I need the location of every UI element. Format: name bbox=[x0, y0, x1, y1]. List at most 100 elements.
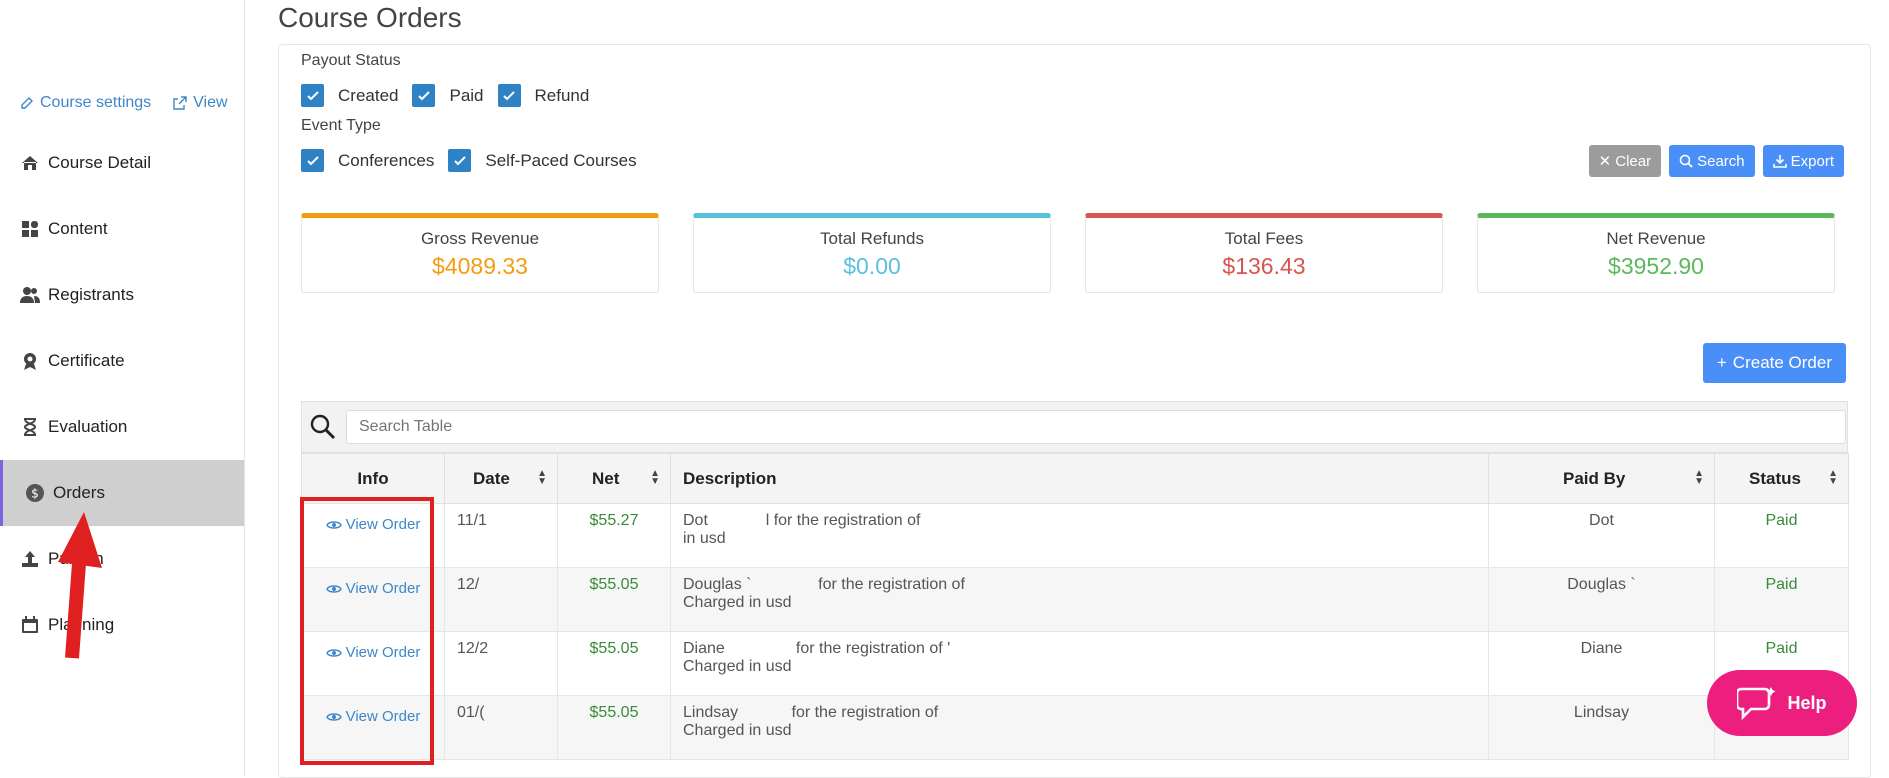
check-icon bbox=[448, 149, 472, 172]
sidebar-item-label: Registrants bbox=[48, 285, 134, 304]
net-cell: $55.27 bbox=[557, 503, 671, 568]
users-icon bbox=[20, 287, 40, 303]
stat-card-net-revenue: Net Revenue $3952.90 bbox=[1477, 213, 1835, 293]
sidebar-item-certificate[interactable]: Certificate bbox=[0, 328, 244, 394]
stat-value: $3952.90 bbox=[1608, 253, 1704, 279]
stat-value: $4089.33 bbox=[432, 253, 528, 279]
table-search-row bbox=[301, 401, 1848, 453]
create-order-button[interactable]: + Create Order bbox=[1702, 343, 1846, 383]
description-line: Douglas ` for the registration of bbox=[683, 576, 965, 593]
checkbox-label: Conferences bbox=[338, 150, 435, 170]
close-icon: ✕ bbox=[1598, 153, 1612, 170]
sidebar-item-label: Course Detail bbox=[48, 153, 151, 172]
sidebar-top-links: Course settings View bbox=[20, 94, 228, 112]
table-row: View Order 01/( $55.05 Lindsay for the r… bbox=[301, 695, 1849, 760]
date-cell: 12/2 bbox=[444, 631, 558, 696]
course-settings-link[interactable]: Course settings bbox=[20, 94, 151, 112]
checkbox-conferences[interactable]: Conferences bbox=[301, 149, 434, 172]
help-label: Help bbox=[1787, 692, 1827, 713]
date-cell: 11/1 bbox=[444, 503, 558, 568]
column-header-paid-by[interactable]: Paid By ▲ ▼ bbox=[1488, 453, 1715, 504]
view-order-link[interactable]: View Order bbox=[325, 580, 420, 597]
header-label: Paid By bbox=[1563, 468, 1626, 488]
sidebar-item-registrants[interactable]: Registrants bbox=[0, 262, 244, 328]
checkbox-paid[interactable]: Paid bbox=[412, 84, 484, 107]
table-header-row: Info Date ▲ ▼ Net ▲ ▼ Description Paid By ▲ ▼ … bbox=[301, 453, 1849, 504]
description-line: Dot l for the registration of bbox=[683, 512, 921, 529]
sidebar-item-label: Orders bbox=[53, 483, 105, 502]
sidebar-item-course-detail[interactable]: Course Detail bbox=[0, 130, 244, 196]
export-label: Export bbox=[1790, 152, 1834, 170]
paid-by-cell: Dot bbox=[1488, 503, 1715, 568]
description-line: Diane for the registration of ' bbox=[683, 640, 951, 657]
course-settings-label: Course settings bbox=[40, 94, 152, 111]
view-order-label: View Order bbox=[345, 644, 421, 661]
main-content: Course Orders Payout Status Created Paid… bbox=[244, 0, 1889, 778]
checkbox-refund[interactable]: Refund bbox=[497, 84, 589, 107]
check-icon bbox=[412, 84, 436, 107]
sort-icon: ▲ ▼ bbox=[1828, 468, 1838, 487]
help-button[interactable]: Help bbox=[1707, 670, 1857, 736]
view-link[interactable]: View bbox=[173, 94, 228, 112]
sidebar-item-evaluation[interactable]: Evaluation bbox=[0, 394, 244, 460]
header-label: Net bbox=[592, 468, 620, 488]
paid-by-cell: Diane bbox=[1488, 631, 1715, 696]
search-label: Search bbox=[1697, 152, 1745, 170]
view-order-label: View Order bbox=[345, 516, 421, 533]
column-header-description: Description bbox=[670, 453, 1489, 504]
stat-title: Total Refunds bbox=[820, 229, 924, 248]
payout-status-label: Payout Status bbox=[301, 52, 401, 69]
eye-icon bbox=[325, 520, 342, 529]
sort-icon: ▲ ▼ bbox=[1694, 468, 1704, 487]
export-button[interactable]: Export bbox=[1762, 145, 1844, 177]
grid-icon bbox=[22, 221, 38, 237]
stat-title: Gross Revenue bbox=[420, 229, 540, 248]
column-header-net[interactable]: Net ▲ ▼ bbox=[557, 453, 671, 504]
check-icon bbox=[301, 149, 324, 172]
table-search-input[interactable] bbox=[346, 410, 1846, 444]
description-line: Charged in usd bbox=[683, 594, 792, 611]
stat-card-total-refunds: Total Refunds $0.00 bbox=[693, 213, 1051, 293]
column-header-date[interactable]: Date ▲ ▼ bbox=[444, 453, 558, 504]
date-cell: 01/( bbox=[444, 695, 558, 760]
checkbox-label: Paid bbox=[449, 85, 484, 105]
view-order-link[interactable]: View Order bbox=[325, 708, 420, 725]
download-icon bbox=[1772, 155, 1787, 168]
checkbox-self-paced[interactable]: Self-Paced Courses bbox=[448, 149, 637, 172]
sidebar-item-label: Certificate bbox=[48, 351, 125, 370]
net-cell: $55.05 bbox=[557, 631, 671, 696]
date-cell: 12/ bbox=[444, 567, 558, 632]
net-cell: $55.05 bbox=[557, 695, 671, 760]
orders-grid: Info Date ▲ ▼ Net ▲ ▼ Description Paid By ▲ ▼ … bbox=[301, 453, 1849, 760]
search-button[interactable]: Search bbox=[1669, 145, 1755, 177]
table-row: View Order 12/2 $55.05 Diane for the reg… bbox=[301, 631, 1849, 696]
orders-table: Info Date▲▼ Net▲▼ Description Paid By▲▼ … bbox=[301, 401, 1849, 760]
view-order-link[interactable]: View Order bbox=[325, 644, 421, 661]
clear-button[interactable]: ✕ Clear bbox=[1588, 145, 1662, 177]
net-cell: $55.05 bbox=[557, 567, 671, 632]
column-header-status[interactable]: Status ▲ ▼ bbox=[1714, 453, 1849, 504]
view-order-link[interactable]: View Order bbox=[325, 516, 421, 533]
description-line: Charged in usd bbox=[683, 722, 792, 739]
sidebar-item-publish[interactable]: Publish bbox=[0, 526, 244, 592]
status-cell: Paid bbox=[1714, 503, 1849, 568]
filter-actions: ✕ Clear Search Export bbox=[1588, 145, 1844, 177]
search-icon bbox=[1679, 154, 1693, 168]
eye-icon bbox=[325, 712, 342, 721]
checkbox-created[interactable]: Created bbox=[301, 84, 398, 107]
payout-status-checks: Created Paid Refund bbox=[301, 84, 589, 107]
column-header-info: Info bbox=[301, 453, 445, 504]
create-order-label: Create Order bbox=[1732, 353, 1832, 372]
header-label: Status bbox=[1749, 468, 1801, 488]
checkbox-label: Created bbox=[338, 85, 399, 105]
sidebar-item-orders[interactable]: $ Orders bbox=[0, 460, 244, 526]
sidebar: Course settings View Course Detail Conte… bbox=[0, 0, 245, 776]
event-type-checks: Conferences Self-Paced Courses bbox=[301, 149, 637, 172]
description-line: Charged in usd bbox=[683, 658, 792, 675]
header-label: Date bbox=[473, 468, 510, 488]
sidebar-item-content[interactable]: Content bbox=[0, 196, 244, 262]
sidebar-item-label: Evaluation bbox=[48, 417, 128, 436]
sidebar-item-planning[interactable]: Planning bbox=[0, 592, 244, 658]
sidebar-item-label: Content bbox=[48, 219, 108, 238]
description-cell: Lindsay for the registration of Charged i… bbox=[670, 695, 1489, 760]
